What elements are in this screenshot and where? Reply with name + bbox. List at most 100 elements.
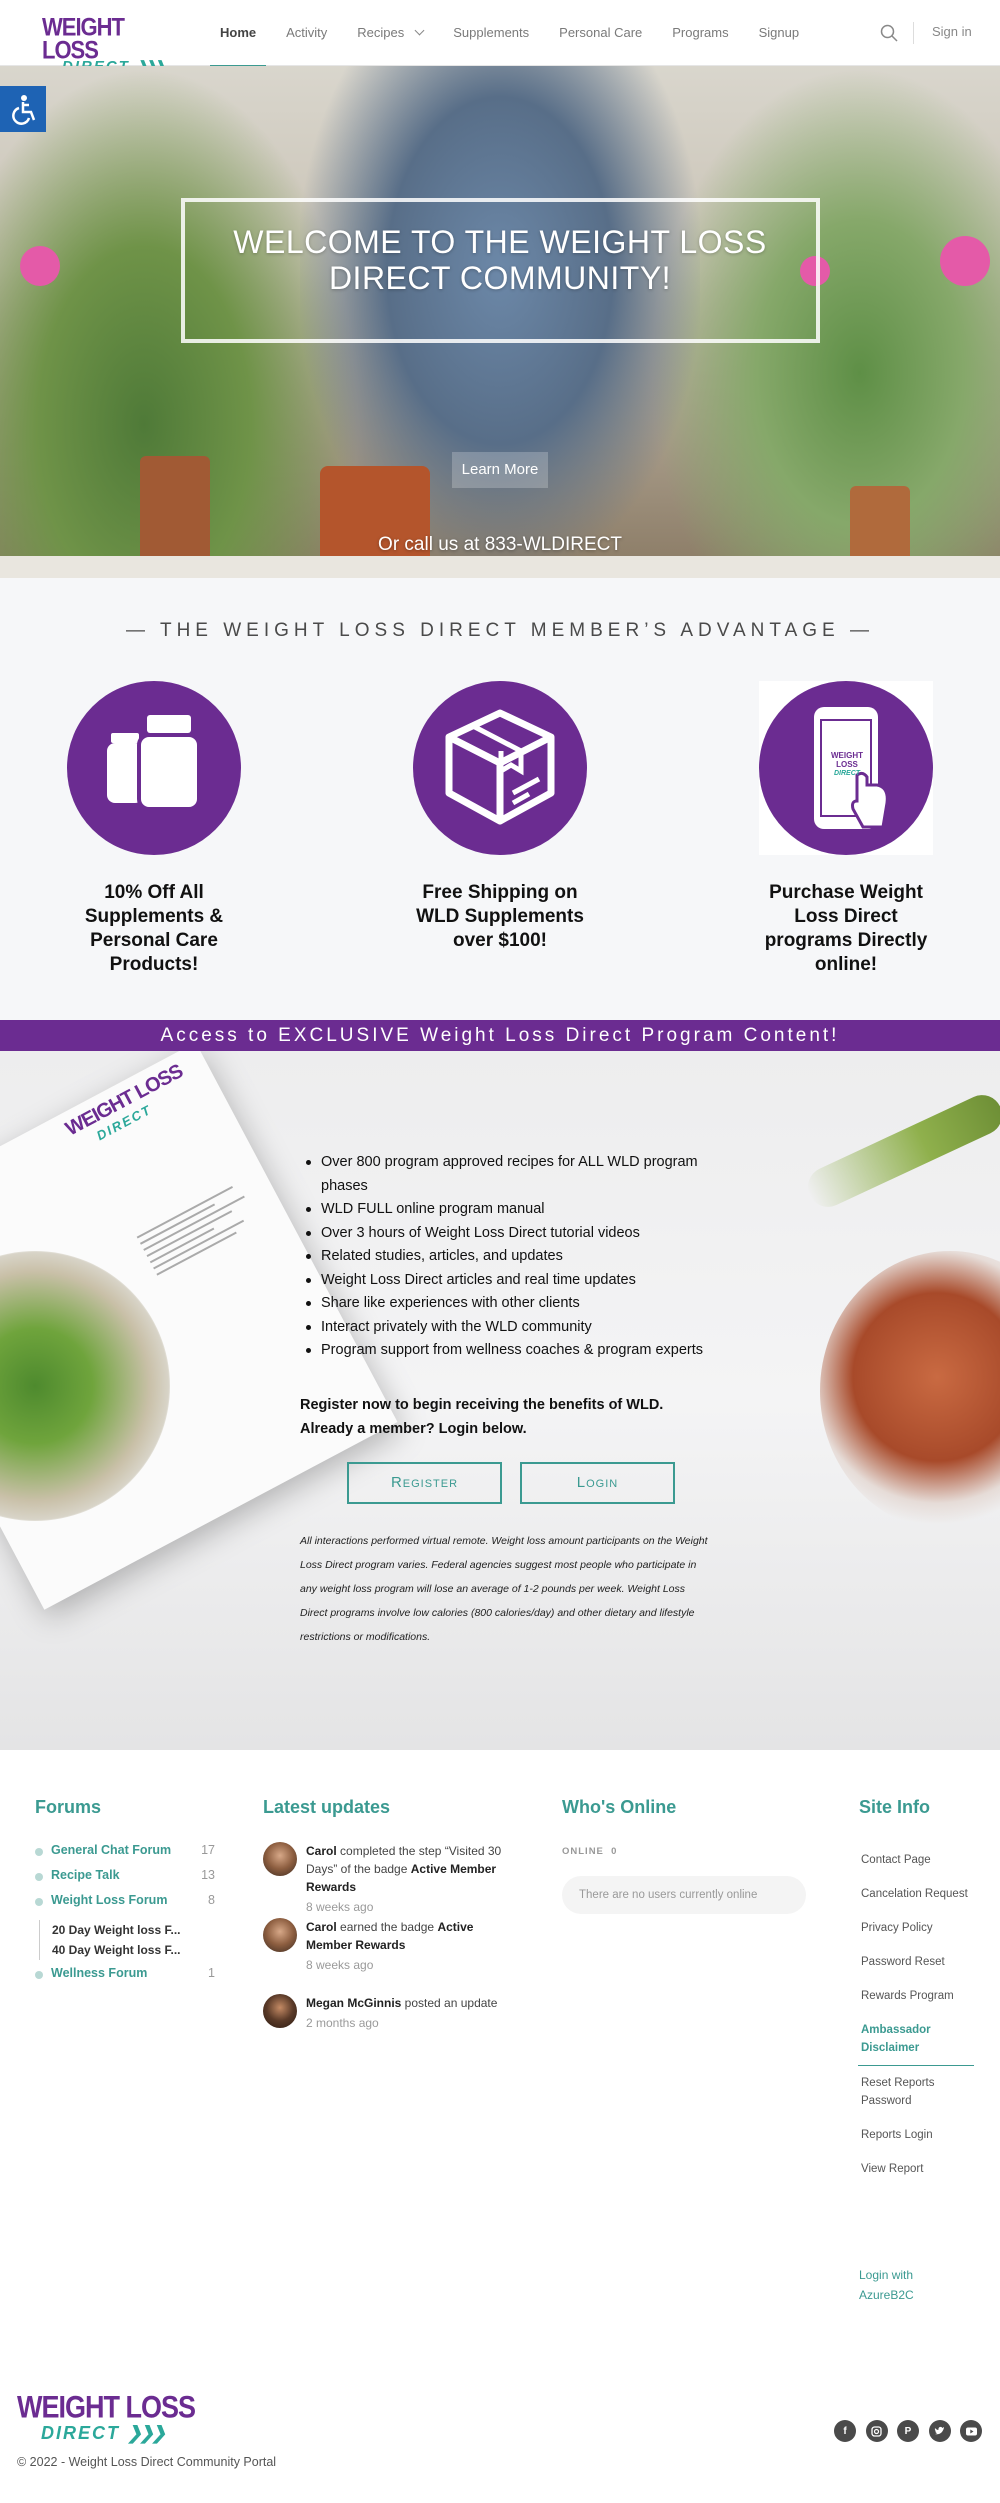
latest-updates-title: Latest updates — [263, 1797, 391, 1817]
menu-item[interactable]: Cancelation Request — [858, 1877, 974, 1911]
forum-item[interactable]: General Chat Forum 17 — [35, 1843, 215, 1868]
site-info-title: Site Info — [859, 1797, 930, 1817]
learn-more-button[interactable]: Learn More — [452, 452, 548, 488]
update-time: 8 weeks ago — [306, 1900, 374, 1914]
bullet-dot — [35, 1898, 43, 1906]
menu-item[interactable]: View Report — [858, 2152, 974, 2186]
menu-item[interactable]: Reports Login — [858, 2118, 974, 2152]
cta-line2: Already a member? Login below. — [300, 1421, 527, 1437]
logo-chevrons-icon: ❯❯❯ — [127, 2423, 166, 2443]
youtube-icon[interactable] — [960, 2420, 982, 2442]
menu-item[interactable]: Password Reset — [858, 1945, 974, 1979]
pinterest-icon[interactable]: P — [897, 2420, 919, 2442]
advantage-item: Free Shipping on WLD Supplements over $1… — [410, 681, 590, 953]
twitter-icon[interactable] — [928, 2420, 951, 2442]
menu-item[interactable]: Reset Reports Password — [858, 2066, 974, 2118]
hero-call-text: Or call us at 833-WLDIRECT — [378, 534, 622, 555]
forum-name[interactable]: Weight Loss Forum — [51, 1893, 167, 1907]
update-item: Carol completed the step “Visited 30 Day… — [263, 1842, 513, 1918]
whos-online-title: Who's Online — [562, 1797, 677, 1817]
online-count-label: ONLINE 0 — [562, 1846, 617, 1857]
update-user[interactable]: Megan McGinnis — [306, 1996, 401, 2010]
asparagus-image — [801, 1088, 1000, 1214]
advantage-text: Purchase Weight Loss Direct programs Dir… — [764, 882, 928, 975]
update-text: Carol earned the badge Active Member Rew… — [306, 1918, 516, 1974]
update-time: 8 weeks ago — [306, 1958, 374, 1972]
forum-name[interactable]: General Chat Forum — [51, 1843, 171, 1857]
forum-name[interactable]: Wellness Forum — [51, 1966, 147, 1980]
register-button[interactable]: Register — [347, 1462, 502, 1504]
signin-link[interactable]: Sign in — [932, 24, 972, 39]
bullet-dot — [35, 1873, 43, 1881]
menu-item[interactable]: Rewards Program — [858, 1979, 974, 2013]
forum-item[interactable]: Recipe Talk 13 — [35, 1868, 215, 1893]
nav-signup[interactable]: Signup — [759, 0, 799, 66]
list-item: WLD FULL online program manual — [305, 1198, 725, 1222]
forum-count: 17 — [201, 1843, 215, 1857]
advantage-item: 10% Off All Supplements & Personal Care … — [64, 681, 244, 977]
update-action: posted an update — [401, 1996, 498, 2010]
update-user[interactable]: Carol — [306, 1920, 337, 1934]
nav-supplements[interactable]: Supplements — [453, 0, 529, 66]
accessibility-button[interactable] — [0, 86, 46, 132]
update-user[interactable]: Carol — [306, 1844, 337, 1858]
list-item: Program support from wellness coaches & … — [305, 1339, 725, 1363]
login-button[interactable]: Login — [520, 1462, 675, 1504]
nav-programs[interactable]: Programs — [672, 0, 728, 66]
program-features-list: Over 800 program approved recipes for AL… — [305, 1151, 725, 1363]
avatar[interactable] — [263, 1918, 297, 1952]
avatar[interactable] — [263, 1842, 297, 1876]
accessibility-icon — [12, 95, 36, 125]
forums-list: General Chat Forum 17 Recipe Talk 13 Weigh… — [35, 1843, 215, 1991]
list-item: Share like experiences with other client… — [305, 1292, 725, 1316]
copyright-text: © 2022 - Weight Loss Direct Community Po… — [17, 2455, 277, 2469]
phone-logo-line1: WEIGHT LOSS — [831, 751, 863, 769]
footer-logo[interactable]: WEIGHT LOSS DIRECT ❯❯❯ — [17, 2389, 196, 2444]
bullet-dot — [35, 1971, 43, 1979]
list-item: Over 3 hours of Weight Loss Direct tutor… — [305, 1222, 725, 1246]
footer-widgets: Forums General Chat Forum 17 Recipe Talk 1… — [0, 1750, 1000, 2335]
nav-recipes[interactable]: Recipes — [357, 0, 425, 66]
shipping-box-icon — [413, 681, 587, 855]
menu-item[interactable]: Privacy Policy — [858, 1911, 974, 1945]
advantage-title: — THE WEIGHT LOSS DIRECT MEMBER’S ADVANT… — [126, 620, 874, 641]
subforum-link[interactable]: 20 Day Weight loss F... — [52, 1920, 187, 1940]
update-text: Carol completed the step “Visited 30 Day… — [306, 1842, 516, 1916]
forum-item[interactable]: Weight Loss Forum 8 — [35, 1893, 215, 1918]
header-divider — [913, 22, 914, 44]
site-footer: WEIGHT LOSS DIRECT ❯❯❯ © 2022 - Weight L… — [0, 2335, 1000, 2503]
menu-item-active[interactable]: Ambassador Disclaimer — [858, 2013, 974, 2066]
program-content-section: WEIGHT LOSS DIRECT Over 800 program appr… — [0, 1051, 1000, 1750]
advantage-text: Free Shipping on WLD Supplements over $1… — [416, 882, 584, 951]
nav-home[interactable]: Home — [209, 0, 267, 67]
azure-login-link[interactable]: Login with AzureB2C — [859, 2265, 929, 2305]
update-item: Carol earned the badge Active Member Rew… — [263, 1918, 513, 1994]
forum-item[interactable]: Wellness Forum 1 — [35, 1966, 215, 1991]
site-header: WEIGHT LOSS DIRECT ❯❯❯ Home Activity Rec… — [0, 0, 1000, 75]
forum-name[interactable]: Recipe Talk — [51, 1868, 120, 1882]
nav-personal-care[interactable]: Personal Care — [559, 0, 642, 66]
footer-logo-line2-text: DIRECT — [41, 2423, 120, 2443]
menu-item[interactable]: Contact Page — [858, 1843, 974, 1877]
nav-recipes-label: Recipes — [357, 25, 405, 40]
list-item: Interact privately with the WLD communit… — [305, 1316, 725, 1340]
search-icon[interactable] — [880, 24, 898, 42]
hero-title: WELCOME TO THE WEIGHT LOSS DIRECT COMMUN… — [233, 224, 767, 296]
forum-count: 8 — [208, 1893, 215, 1907]
instagram-icon[interactable] — [865, 2420, 888, 2442]
site-info-menu: Contact Page Cancelation Request Privacy… — [858, 1843, 974, 2186]
nav-activity[interactable]: Activity — [286, 0, 327, 66]
footer-logo-line2: DIRECT ❯❯❯ — [41, 2423, 195, 2444]
steak-image — [820, 1251, 1000, 1531]
hero-flower — [940, 236, 990, 286]
list-item: Related studies, articles, and updates — [305, 1245, 725, 1269]
avatar[interactable] — [263, 1994, 297, 2028]
hero-banner: WELCOME TO THE WEIGHT LOSS DIRECT COMMUN… — [0, 66, 1000, 578]
advantage-text: 10% Off All Supplements & Personal Care … — [84, 882, 224, 975]
facebook-icon[interactable]: f — [834, 2420, 856, 2442]
phone-screen-logo: WEIGHT LOSS DIRECT — [821, 751, 873, 778]
site-logo[interactable]: WEIGHT LOSS DIRECT ❯❯❯ — [42, 14, 172, 74]
hero-table — [0, 556, 1000, 578]
subforum-link[interactable]: 40 Day Weight loss F... — [52, 1940, 187, 1960]
footer-logo-line1: WEIGHT LOSS — [17, 2389, 196, 2425]
